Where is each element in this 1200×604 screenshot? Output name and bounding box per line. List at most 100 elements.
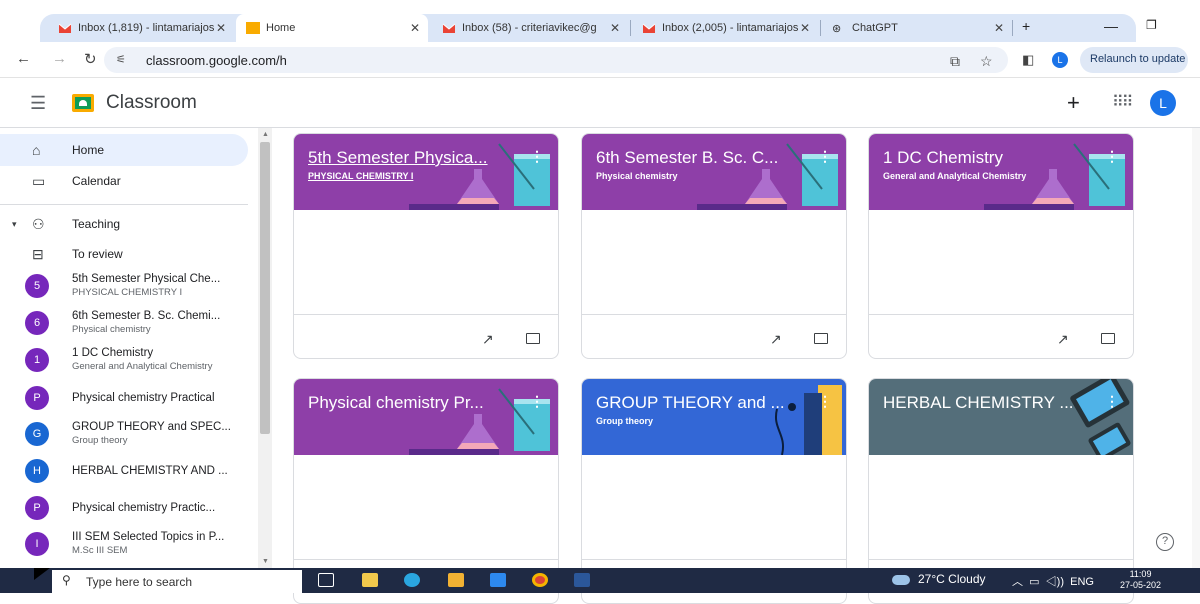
system-tray[interactable]: ︿ ▭ ◁)) ENG xyxy=(1012,573,1094,589)
more-options-icon[interactable]: ⋮ xyxy=(530,148,544,165)
more-options-icon[interactable]: ⋮ xyxy=(1105,393,1119,410)
word-icon[interactable] xyxy=(574,573,590,587)
card-title[interactable]: GROUP THEORY and ... xyxy=(596,393,785,413)
close-tab-icon[interactable]: ✕ xyxy=(410,21,420,35)
app-title[interactable]: Classroom xyxy=(106,92,197,114)
sidebar-class-item[interactable]: 5 5th Semester Physical Che... PHYSICAL … xyxy=(0,268,248,304)
create-join-icon[interactable]: + xyxy=(1067,90,1080,116)
relaunch-button[interactable]: Relaunch to update xyxy=(1080,47,1188,73)
expand-caret-icon[interactable]: ▾ xyxy=(12,219,17,230)
forward-icon[interactable]: → xyxy=(52,50,67,67)
class-card[interactable]: 5th Semester Physica... PHYSICAL CHEMIST… xyxy=(293,133,559,359)
tab-inbox-2[interactable]: Inbox (58) - criteriavikec@g ✕ xyxy=(432,14,628,42)
card-banner: HERBAL CHEMISTRY ... ⋮ xyxy=(869,379,1133,455)
help-icon[interactable]: ? xyxy=(1156,533,1174,551)
class-avatar: H xyxy=(25,459,49,483)
back-icon[interactable]: ← xyxy=(16,50,31,67)
main-menu-icon[interactable]: ☰ xyxy=(30,93,46,114)
scroll-up-icon[interactable]: ▲ xyxy=(262,131,269,138)
language-indicator[interactable]: ENG xyxy=(1070,576,1094,588)
start-icon[interactable] xyxy=(34,568,50,580)
sidebar-class-item[interactable]: P Physical chemistry Practical xyxy=(0,380,248,416)
sidebar-class-item[interactable]: H HERBAL CHEMISTRY AND ... xyxy=(0,453,248,489)
close-tab-icon[interactable]: ✕ xyxy=(800,21,810,35)
sidebar-item-to-review[interactable]: ⊟ To review xyxy=(0,238,248,270)
chrome-icon[interactable] xyxy=(532,573,548,587)
network-icon[interactable]: ▭ xyxy=(1029,576,1039,588)
sidebar-class-item[interactable]: 1 1 DC Chemistry General and Analytical … xyxy=(0,342,248,378)
folder-icon[interactable] xyxy=(1101,333,1115,344)
sidebar-item-calendar[interactable]: ▭ Calendar xyxy=(0,165,248,197)
taskbar-search[interactable]: ⚲ Type here to search xyxy=(52,570,302,593)
tab-inbox-3[interactable]: Inbox (2,005) - lintamariajos ✕ xyxy=(632,14,818,42)
tab-label: Inbox (1,819) - lintamariajos xyxy=(78,22,215,34)
tab-home[interactable]: Home ✕ xyxy=(236,14,428,42)
file-explorer-icon[interactable] xyxy=(448,573,464,587)
scroll-down-icon[interactable]: ▼ xyxy=(262,558,269,565)
sidebar-item-label: Teaching xyxy=(72,217,121,231)
search-icon: ⚲ xyxy=(62,573,71,587)
gradebook-trend-icon[interactable]: ↗ xyxy=(1057,331,1069,348)
gmail-icon xyxy=(58,22,72,34)
store-icon[interactable] xyxy=(362,573,378,587)
class-title: 1 DC Chemistry xyxy=(72,347,154,359)
weather-widget[interactable]: 27°C Cloudy xyxy=(892,572,986,586)
card-banner: GROUP THEORY and ... Group theory ⋮ xyxy=(582,379,846,455)
account-avatar[interactable]: L xyxy=(1150,90,1176,116)
mail-icon[interactable] xyxy=(490,573,506,587)
site-info-icon[interactable]: ⚟ xyxy=(116,53,126,66)
sidebar-item-label: To review xyxy=(72,247,123,261)
minimize-icon[interactable]: — xyxy=(1104,18,1118,34)
search-placeholder: Type here to search xyxy=(86,575,193,589)
sidebar-item-home[interactable]: ⌂ Home xyxy=(0,134,248,166)
folder-icon[interactable] xyxy=(526,333,540,344)
volume-icon[interactable]: ◁)) xyxy=(1046,576,1064,588)
tab-inbox-1[interactable]: Inbox (1,819) - lintamariajos ✕ xyxy=(48,14,234,42)
bookmark-star-icon[interactable]: ☆ xyxy=(980,53,993,70)
app-header: ☰ Classroom + ⠿⠿ L xyxy=(0,78,1200,128)
new-tab-icon[interactable]: + xyxy=(1022,18,1030,34)
tray-chevron-icon[interactable]: ︿ xyxy=(1012,576,1023,588)
card-title[interactable]: HERBAL CHEMISTRY ... xyxy=(883,393,1074,413)
more-options-icon[interactable]: ⋮ xyxy=(530,393,544,410)
more-options-icon[interactable]: ⋮ xyxy=(818,148,832,165)
tab-divider xyxy=(820,20,821,36)
taskbar-clock[interactable]: 11:09 27-05-202 xyxy=(1120,569,1161,591)
sidebar-class-item[interactable]: 6 6th Semester B. Sc. Chemi... Physical … xyxy=(0,305,248,341)
page-scrollbar[interactable] xyxy=(1192,128,1200,568)
classroom-logo[interactable] xyxy=(72,94,94,112)
profile-avatar[interactable]: L xyxy=(1052,52,1068,68)
browser-tab-bar: Inbox (1,819) - lintamariajos ✕ Home ✕ I… xyxy=(0,0,1200,42)
card-title[interactable]: 6th Semester B. Sc. C... xyxy=(596,148,778,168)
to-review-icon: ⊟ xyxy=(32,245,44,262)
url-bar[interactable]: ⚟ classroom.google.com/h ⧉ ☆ xyxy=(104,47,1008,73)
reload-icon[interactable]: ↻ xyxy=(84,50,97,68)
sidebar-class-item[interactable]: G GROUP THEORY and SPEC... Group theory xyxy=(0,416,248,452)
class-avatar: 5 xyxy=(25,274,49,298)
sidebar-class-item[interactable]: I III SEM Selected Topics in P... M.Sc I… xyxy=(0,526,248,562)
close-tab-icon[interactable]: ✕ xyxy=(994,21,1004,35)
gradebook-trend-icon[interactable]: ↗ xyxy=(770,331,782,348)
close-tab-icon[interactable]: ✕ xyxy=(216,21,226,35)
close-tab-icon[interactable]: ✕ xyxy=(610,21,620,35)
task-view-icon[interactable] xyxy=(318,573,334,587)
card-subtitle: Group theory xyxy=(596,416,654,426)
card-title[interactable]: 5th Semester Physica... xyxy=(308,148,488,168)
more-options-icon[interactable]: ⋮ xyxy=(1105,148,1119,165)
sidebar-scroll-thumb[interactable] xyxy=(260,142,270,434)
edge-icon[interactable] xyxy=(404,573,420,587)
google-apps-icon[interactable]: ⠿⠿ xyxy=(1112,92,1133,112)
gradebook-trend-icon[interactable]: ↗ xyxy=(482,331,494,348)
class-card[interactable]: 6th Semester B. Sc. C... Physical chemis… xyxy=(581,133,847,359)
side-panel-icon[interactable]: ◧ xyxy=(1022,52,1034,68)
folder-icon[interactable] xyxy=(814,333,828,344)
more-options-icon[interactable]: ⋮ xyxy=(818,393,832,410)
restore-icon[interactable]: ❐ xyxy=(1146,18,1157,32)
class-card[interactable]: 1 DC Chemistry General and Analytical Ch… xyxy=(868,133,1134,359)
install-app-icon[interactable]: ⧉ xyxy=(950,53,960,70)
sidebar-class-item[interactable]: P Physical chemistry Practic... xyxy=(0,490,248,526)
sidebar-item-teaching[interactable]: ▾ ⚇ Teaching xyxy=(0,208,248,240)
card-title[interactable]: Physical chemistry Pr... xyxy=(308,393,484,413)
tab-chatgpt[interactable]: ⊛ ChatGPT ✕ xyxy=(822,14,1012,42)
card-title[interactable]: 1 DC Chemistry xyxy=(883,148,1003,168)
